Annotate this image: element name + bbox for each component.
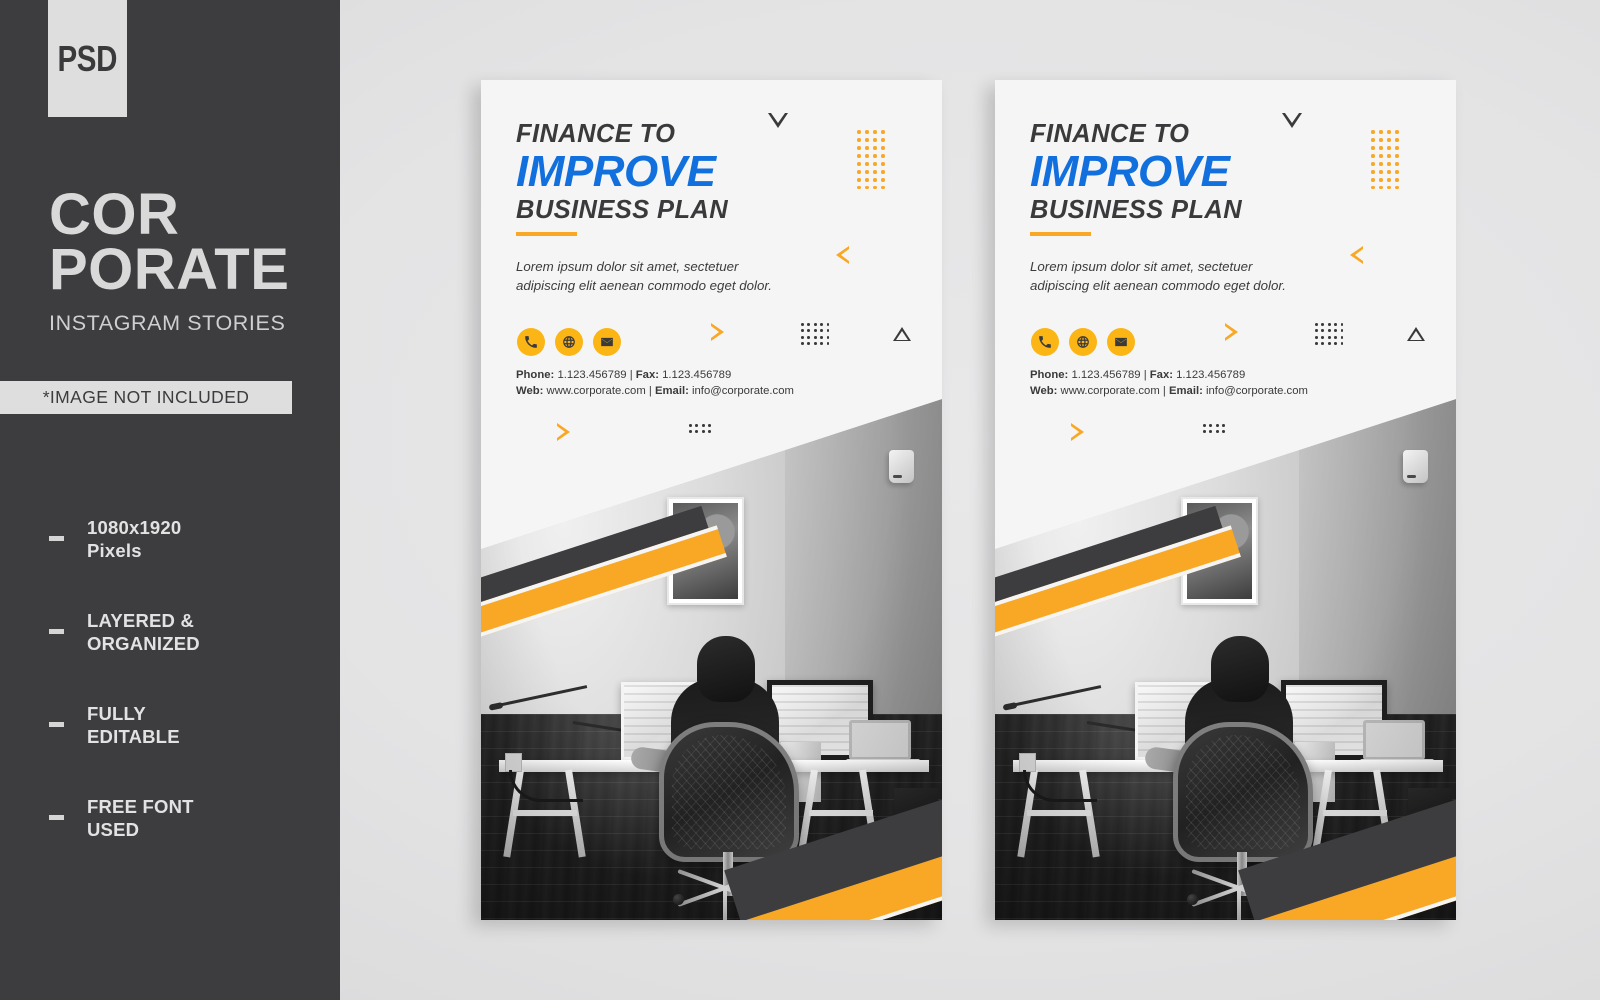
dash-bullet-icon bbox=[49, 815, 64, 820]
poster-lead-text: Lorem ipsum dolor sit amet, sectetuer ad… bbox=[516, 259, 773, 293]
poster-content-1: FINANCE TO IMPROVE BUSINESS PLAN Lorem i… bbox=[481, 80, 942, 920]
fax-label: Fax: bbox=[1149, 369, 1173, 381]
dark-dot-grid-icon bbox=[801, 323, 830, 345]
brand-title-line-1: COR bbox=[49, 182, 180, 247]
contact-icon-row bbox=[517, 328, 621, 356]
psd-badge-label: PSD bbox=[57, 37, 118, 79]
poster-headline: FINANCE TO IMPROVE BUSINESS PLAN bbox=[516, 120, 728, 236]
sidebar: PSD COR PORATE INSTAGRAM STORIES *IMAGE … bbox=[0, 0, 340, 1000]
triangle-down-icon bbox=[1282, 113, 1302, 128]
triangle-down-icon bbox=[768, 113, 788, 128]
dark-dot-grid-icon bbox=[1315, 323, 1344, 345]
contact-separator: | bbox=[648, 385, 652, 398]
dash-bullet-icon bbox=[49, 722, 64, 727]
contact-line-web: Web: www.corporate.com | Email: info@cor… bbox=[1030, 383, 1308, 399]
feature-label: FULLY EDITABLE bbox=[87, 703, 180, 748]
envelope-icon[interactable] bbox=[1107, 328, 1135, 356]
headline-underline bbox=[516, 231, 577, 236]
dark-dot-row-icon bbox=[1203, 424, 1225, 434]
poster-content-2: FINANCE TO IMPROVE BUSINESS PLAN Lorem i… bbox=[995, 80, 1456, 920]
email-value: info@corporate.com bbox=[1206, 385, 1308, 398]
headline-line-bottom: BUSINESS PLAN bbox=[516, 196, 729, 225]
dash-bullet-icon bbox=[49, 629, 64, 634]
poster-headline: FINANCE TO IMPROVE BUSINESS PLAN bbox=[1030, 120, 1242, 236]
yellow-dot-grid-icon bbox=[1371, 130, 1399, 190]
globe-icon[interactable] bbox=[1069, 328, 1097, 356]
phone-icon[interactable] bbox=[1031, 328, 1059, 356]
feature-item-layered: LAYERED & ORGANIZED bbox=[49, 609, 329, 656]
headline-line-top: FINANCE TO bbox=[1030, 120, 1190, 148]
contact-icon-row bbox=[1031, 328, 1135, 356]
email-value: info@corporate.com bbox=[692, 385, 794, 398]
contact-line-phone: Phone: 1.123.456789 | Fax: 1.123.456789 bbox=[1030, 367, 1308, 383]
headline-line-bottom: BUSINESS PLAN bbox=[1030, 196, 1243, 225]
contact-separator: | bbox=[1162, 385, 1166, 398]
web-value: www.corporate.com bbox=[1060, 385, 1160, 398]
headline-line-main: IMPROVE bbox=[1030, 146, 1230, 196]
fax-value: 1.123.456789 bbox=[662, 369, 732, 381]
psd-badge: PSD bbox=[48, 0, 127, 117]
headline-underline bbox=[1030, 231, 1091, 236]
poster-preview-1[interactable]: FINANCE TO IMPROVE BUSINESS PLAN Lorem i… bbox=[481, 80, 942, 920]
image-not-included-banner: *IMAGE NOT INCLUDED bbox=[0, 381, 292, 414]
feature-label: FREE FONT USED bbox=[87, 796, 194, 841]
contact-line-phone: Phone: 1.123.456789 | Fax: 1.123.456789 bbox=[516, 367, 794, 383]
feature-item-free-font: FREE FONT USED bbox=[49, 795, 329, 842]
triangle-up-icon bbox=[1407, 327, 1425, 341]
feature-label: LAYERED & ORGANIZED bbox=[87, 610, 200, 655]
envelope-icon[interactable] bbox=[593, 328, 621, 356]
feature-item-dimensions: 1080x1920 Pixels bbox=[49, 516, 329, 563]
contact-line-web: Web: www.corporate.com | Email: info@cor… bbox=[516, 383, 794, 399]
web-value: www.corporate.com bbox=[546, 385, 646, 398]
phone-label: Phone: bbox=[1030, 369, 1069, 381]
fax-value: 1.123.456789 bbox=[1176, 369, 1246, 381]
email-label: Email: bbox=[1168, 385, 1203, 398]
poster-preview-2[interactable]: FINANCE TO IMPROVE BUSINESS PLAN Lorem i… bbox=[995, 80, 1456, 920]
contact-separator: | bbox=[629, 369, 633, 381]
poster-lead-text: Lorem ipsum dolor sit amet, sectetuer ad… bbox=[1030, 259, 1287, 293]
phone-value: 1.123.456789 bbox=[1071, 369, 1141, 381]
dark-dot-row-icon bbox=[689, 424, 711, 434]
web-label: Web: bbox=[1030, 385, 1058, 398]
triangle-left-icon bbox=[836, 246, 849, 264]
phone-value: 1.123.456789 bbox=[557, 369, 627, 381]
fax-label: Fax: bbox=[635, 369, 659, 381]
web-label: Web: bbox=[516, 385, 544, 398]
email-label: Email: bbox=[654, 385, 689, 398]
contact-details: Phone: 1.123.456789 | Fax: 1.123.456789 … bbox=[1030, 367, 1308, 400]
phone-label: Phone: bbox=[516, 369, 555, 381]
feature-list: 1080x1920 Pixels LAYERED & ORGANIZED FUL… bbox=[49, 516, 329, 842]
triangle-right-icon bbox=[1071, 423, 1084, 441]
headline-line-main: IMPROVE bbox=[516, 146, 716, 196]
triangle-right-icon bbox=[1225, 323, 1238, 341]
image-not-included-label: *IMAGE NOT INCLUDED bbox=[42, 387, 250, 407]
triangle-right-icon bbox=[711, 323, 724, 341]
headline-line-top: FINANCE TO bbox=[516, 120, 676, 148]
yellow-dot-grid-icon bbox=[857, 130, 885, 190]
brand-title-line-2: PORATE bbox=[49, 236, 290, 302]
contact-separator: | bbox=[1143, 369, 1147, 381]
brand-subtitle: INSTAGRAM STORIES bbox=[49, 311, 286, 336]
globe-icon[interactable] bbox=[555, 328, 583, 356]
screenshot-stage: PSD COR PORATE INSTAGRAM STORIES *IMAGE … bbox=[0, 0, 1600, 1000]
dash-bullet-icon bbox=[49, 536, 64, 541]
triangle-left-icon bbox=[1350, 246, 1363, 264]
triangle-up-icon bbox=[893, 327, 911, 341]
contact-details: Phone: 1.123.456789 | Fax: 1.123.456789 … bbox=[516, 367, 794, 400]
feature-label: 1080x1920 Pixels bbox=[87, 517, 182, 562]
triangle-right-icon bbox=[557, 423, 570, 441]
phone-icon[interactable] bbox=[517, 328, 545, 356]
brand-block: COR PORATE INSTAGRAM STORIES bbox=[49, 182, 329, 336]
feature-item-editable: FULLY EDITABLE bbox=[49, 702, 329, 749]
